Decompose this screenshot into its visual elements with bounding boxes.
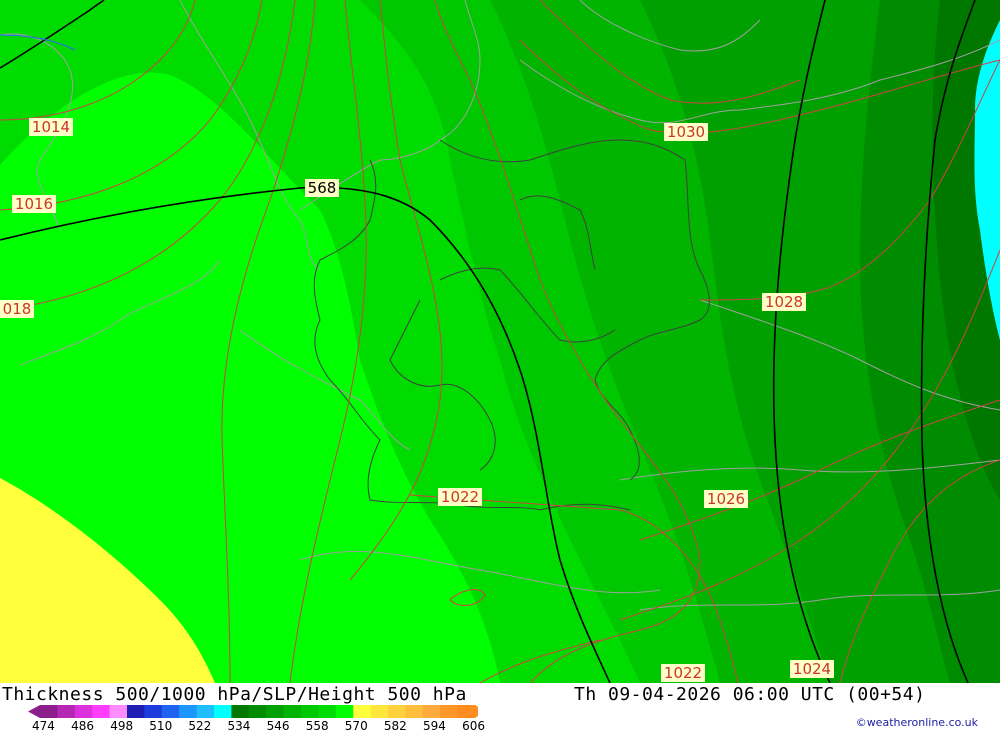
svg-text:1028: 1028 xyxy=(765,293,803,311)
legend-swatch xyxy=(283,705,302,718)
isobar-label: 1016 xyxy=(12,195,56,213)
legend-swatch xyxy=(214,705,232,718)
legend-tick-label: 570 xyxy=(344,719,368,733)
legend-swatch xyxy=(92,705,111,718)
legend-tick-label: 582 xyxy=(383,719,407,733)
map-title: Thickness 500/1000 hPa/SLP/Height 500 hP… xyxy=(2,684,467,705)
legend-swatch xyxy=(161,705,180,718)
legend-swatch xyxy=(109,705,128,718)
legend-swatch xyxy=(370,705,389,718)
isobar-label: 018 xyxy=(0,300,34,318)
legend-swatch xyxy=(144,705,163,718)
legend-swatch xyxy=(196,705,215,718)
legend-swatch xyxy=(318,705,337,718)
legend-swatch xyxy=(74,705,93,718)
isobar-label: 1030 xyxy=(664,123,708,141)
map-footer: Thickness 500/1000 hPa/SLP/Height 500 hP… xyxy=(0,683,1000,733)
weather-map: 1014 1016 018 1030 1028 1026 1022 1022 1… xyxy=(0,0,1000,683)
isobar-label: 1028 xyxy=(762,293,806,311)
isobar-label: 1022 xyxy=(661,664,705,682)
svg-text:1022: 1022 xyxy=(664,664,702,682)
legend-tick-label: 498 xyxy=(110,719,134,733)
legend-tick-label: 594 xyxy=(423,719,446,733)
legend-tick-label: 486 xyxy=(71,719,94,733)
legend-swatch xyxy=(353,705,372,718)
isobar-label: 1022 xyxy=(438,488,482,506)
legend-swatch xyxy=(335,705,354,718)
legend-swatch xyxy=(422,705,441,718)
legend-swatch xyxy=(127,705,145,718)
copyright-text: ©weatheronline.co.uk xyxy=(855,716,978,729)
svg-text:1022: 1022 xyxy=(441,488,479,506)
svg-text:1026: 1026 xyxy=(707,490,745,508)
map-datetime: Th 09-04-2026 06:00 UTC (00+54) xyxy=(574,684,926,705)
legend-swatch xyxy=(231,705,250,718)
legend-swatch xyxy=(301,705,319,718)
isobar-label: 1014 xyxy=(29,118,73,136)
legend-tick-label: 534 xyxy=(227,719,251,733)
svg-text:1030: 1030 xyxy=(667,123,705,141)
legend-tick-label: 510 xyxy=(149,719,173,733)
legend-swatch xyxy=(248,705,267,718)
svg-text:018: 018 xyxy=(3,300,32,318)
isobar-label: 1024 xyxy=(790,660,834,678)
color-legend xyxy=(28,705,478,718)
svg-text:1014: 1014 xyxy=(32,118,70,136)
legend-tick-label: 606 xyxy=(462,719,485,733)
legend-tick-label: 474 xyxy=(32,719,55,733)
legend-swatch xyxy=(179,705,198,718)
legend-swatch xyxy=(405,705,424,718)
legend-arrow-right xyxy=(475,705,478,718)
legend-tick-label: 558 xyxy=(305,719,329,733)
legend-swatch xyxy=(40,705,58,718)
legend-swatch xyxy=(57,705,76,718)
legend-swatch xyxy=(388,705,406,718)
svg-text:1016: 1016 xyxy=(15,195,53,213)
legend-swatch xyxy=(457,705,476,718)
legend-tick-label: 546 xyxy=(266,719,290,733)
legend-swatch xyxy=(266,705,285,718)
legend-arrow-left xyxy=(28,705,40,718)
legend-swatch xyxy=(440,705,459,718)
height-label: 568 xyxy=(305,179,339,197)
isobar-label: 1026 xyxy=(704,490,748,508)
legend-tick-label: 522 xyxy=(188,719,212,733)
svg-text:1024: 1024 xyxy=(793,660,831,678)
svg-text:568: 568 xyxy=(308,179,337,197)
